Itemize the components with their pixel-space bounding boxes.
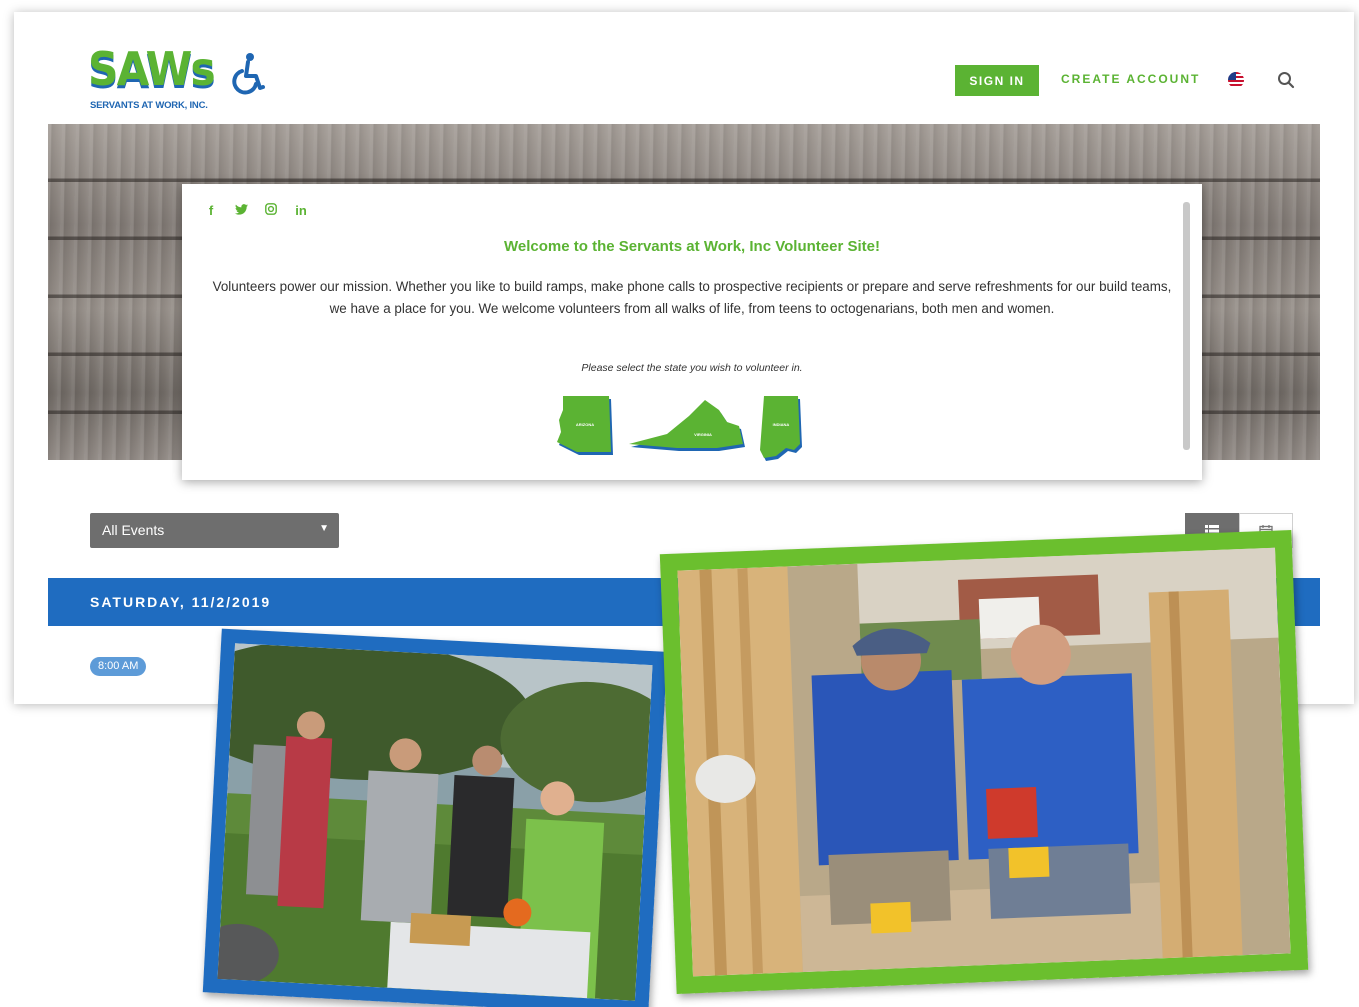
arizona-state-map[interactable]: ARIZONA [555,392,613,456]
virginia-label: VIRGINIA [694,432,712,437]
linkedin-icon[interactable]: in [294,203,308,218]
social-links: f in [204,203,308,218]
event-filter-value: All Events [102,522,165,538]
wheelchair-icon [232,53,265,95]
welcome-title: Welcome to the Servants at Work, Inc Vol… [504,238,880,255]
site-header: SAWs SERVANTS AT WORK, INC. SIGN IN CREA… [14,12,1354,124]
virginia-state-map[interactable]: VIRGINIA [627,396,745,454]
us-flag-icon[interactable] [1226,70,1246,90]
chevron-down-icon: ▼ [319,523,329,534]
sign-in-button[interactable]: SIGN IN [955,65,1039,96]
facebook-icon[interactable]: f [204,203,218,218]
create-account-link[interactable]: CREATE ACCOUNT [1061,72,1200,86]
volunteers-building-ramp-photo [659,530,1309,994]
state-select-prompt: Please select the state you wish to volu… [581,362,803,374]
saws-logo[interactable]: SAWs SERVANTS AT WORK, INC. [88,42,288,118]
search-icon[interactable] [1276,70,1296,90]
logo-wordmark: SAWs [88,42,216,96]
event-filter-dropdown[interactable]: All Events ▼ [90,513,339,548]
instagram-icon[interactable] [264,203,278,218]
twitter-icon[interactable] [234,203,248,218]
volunteers-refreshments-photo [202,628,668,1007]
welcome-body: Volunteers power our mission. Whether yo… [212,279,1172,316]
logo-subtitle: SERVANTS AT WORK, INC. [90,100,208,111]
arizona-label: ARIZONA [576,422,594,427]
event-date: SATURDAY, 11/2/2019 [90,594,272,610]
event-time-badge[interactable]: 8:00 AM [90,657,147,676]
indiana-state-map[interactable]: INDIANA [758,392,806,462]
welcome-card: f in Welcome to the Servants at Work, In… [182,184,1202,480]
card-scrollbar[interactable] [1183,202,1190,450]
indiana-label: INDIANA [773,422,790,427]
